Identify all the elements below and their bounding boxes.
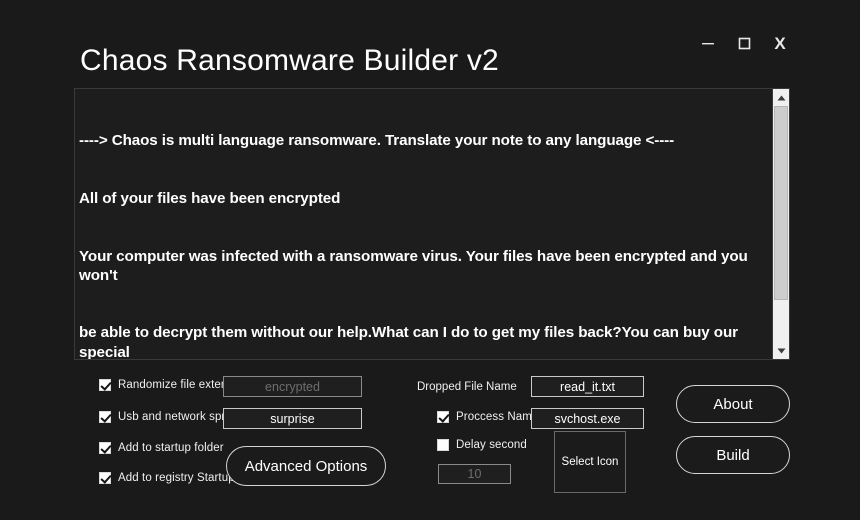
checkbox-label: Delay second: [456, 439, 527, 451]
delay-seconds-input[interactable]: 10: [438, 464, 511, 484]
page-title: Chaos Ransomware Builder v2: [80, 44, 499, 77]
about-button[interactable]: About: [676, 385, 790, 423]
checkbox-label: Add to registry Startup: [118, 472, 235, 484]
select-icon-button[interactable]: Select Icon: [554, 431, 626, 493]
checkbox-label: Proccess Name: [456, 411, 539, 423]
process-name-input[interactable]: svchost.exe: [531, 408, 644, 429]
checkbox-process-name[interactable]: Proccess Name: [437, 411, 538, 423]
note-line: All of your files have been encrypted: [79, 190, 341, 208]
checkbox-add-to-startup-folder[interactable]: Add to startup folder: [99, 442, 224, 454]
scroll-down-button[interactable]: [773, 342, 789, 359]
note-line: be able to decrypt them without our help…: [79, 324, 743, 359]
checkbox-indicator[interactable]: [437, 411, 449, 423]
spread-message-input[interactable]: surprise: [223, 408, 362, 429]
advanced-options-button[interactable]: Advanced Options: [226, 446, 386, 486]
options-panel: Randomize file extension Usb and network…: [0, 368, 860, 520]
scrollbar-track[interactable]: [773, 106, 789, 342]
ransom-note-text[interactable]: ----> Chaos is multi language ransomware…: [75, 89, 772, 359]
checkbox-label: Add to startup folder: [118, 442, 224, 454]
scrollbar-thumb[interactable]: [774, 106, 788, 300]
checkbox-indicator[interactable]: [99, 379, 111, 391]
chevron-down-icon: [777, 348, 785, 353]
note-line: ----> Chaos is multi language ransomware…: [79, 132, 675, 150]
ransom-note-textarea[interactable]: ----> Chaos is multi language ransomware…: [74, 88, 790, 360]
dropped-file-name-label: Dropped File Name: [417, 381, 517, 393]
checkbox-add-to-registry-startup[interactable]: Add to registry Startup: [99, 472, 235, 484]
minimize-button[interactable]: [698, 33, 718, 53]
maximize-button[interactable]: [734, 33, 754, 53]
app-window: X Chaos Ransomware Builder v2 ----> Chao…: [0, 0, 860, 520]
checkbox-indicator[interactable]: [99, 411, 111, 423]
file-extension-input[interactable]: encrypted: [223, 376, 362, 397]
scroll-up-button[interactable]: [773, 89, 789, 106]
close-button[interactable]: X: [770, 33, 790, 53]
note-line: Your computer was infected with a ransom…: [79, 247, 752, 284]
window-controls: X: [698, 32, 790, 54]
dropped-file-name-input[interactable]: read_it.txt: [531, 376, 644, 397]
build-button[interactable]: Build: [676, 436, 790, 474]
checkbox-indicator[interactable]: [99, 442, 111, 454]
chevron-up-icon: [777, 95, 785, 100]
checkbox-delay-second[interactable]: Delay second: [437, 439, 527, 451]
checkbox-indicator[interactable]: [99, 472, 111, 484]
checkbox-indicator[interactable]: [437, 439, 449, 451]
note-scrollbar[interactable]: [772, 89, 789, 359]
maximize-icon: [738, 37, 750, 49]
close-icon: X: [774, 33, 786, 53]
minimize-icon: [702, 43, 714, 45]
